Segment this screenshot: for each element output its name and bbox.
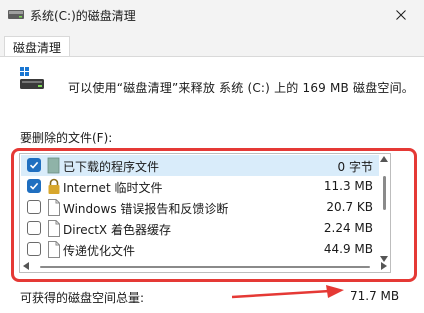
file-size: 0 字节 bbox=[337, 160, 373, 174]
annotation-arrow-icon bbox=[232, 285, 344, 299]
drive-icon bbox=[20, 67, 44, 89]
file-size: 11.3 MB bbox=[323, 179, 373, 193]
lock-icon bbox=[48, 178, 60, 194]
vertical-scroll-thumb[interactable] bbox=[383, 176, 386, 210]
file-list-row[interactable]: 已下载的程序文件 0 字节 bbox=[21, 155, 379, 176]
file-checkbox[interactable] bbox=[27, 179, 41, 193]
file-list-row[interactable]: Windows 错误报告和反馈诊断 20.7 KB bbox=[21, 197, 379, 218]
window-title: 系统(C:)的磁盘清理 bbox=[30, 9, 136, 23]
total-space-label: 可获得的磁盘空间总量: bbox=[20, 291, 145, 305]
file-name: Internet 临时文件 bbox=[63, 181, 163, 195]
files-to-delete-label: 要删除的文件(F): bbox=[20, 131, 113, 145]
close-button[interactable] bbox=[378, 0, 424, 30]
file-name: 已下载的程序文件 bbox=[63, 160, 160, 174]
file-size: 20.7 KB bbox=[326, 200, 373, 214]
file-checkbox[interactable] bbox=[27, 221, 41, 235]
file-checkbox[interactable] bbox=[27, 158, 41, 172]
file-icon bbox=[48, 241, 60, 258]
file-icon bbox=[48, 199, 60, 216]
folder-file-icon bbox=[47, 157, 60, 174]
file-name: 传递优化文件 bbox=[63, 244, 136, 258]
tab-strip: 磁盘清理 bbox=[0, 30, 424, 60]
file-size: 44.9 MB bbox=[323, 242, 373, 256]
check-icon bbox=[29, 182, 39, 190]
title-bar: 系统(C:)的磁盘清理 bbox=[0, 0, 424, 30]
file-icon bbox=[48, 220, 60, 237]
files-list[interactable]: 已下载的程序文件 0 字节 Internet 临时文件 11.3 MB Windows … bbox=[19, 153, 391, 273]
file-list-row[interactable]: DirectX 着色器缓存 2.24 MB bbox=[21, 218, 379, 239]
scroll-right-icon[interactable] bbox=[381, 262, 387, 270]
horizontal-scroll-thumb[interactable] bbox=[40, 266, 370, 268]
file-list-row[interactable]: Internet 临时文件 11.3 MB bbox=[21, 176, 379, 197]
check-icon bbox=[29, 161, 39, 169]
total-space-value: 71.7 MB bbox=[350, 289, 400, 303]
scroll-left-icon[interactable] bbox=[23, 262, 29, 270]
disk-cleanup-icon bbox=[8, 10, 24, 19]
scroll-up-icon[interactable] bbox=[380, 156, 388, 162]
vertical-scrollbar[interactable] bbox=[378, 154, 390, 272]
file-list-row[interactable]: 传递优化文件 44.9 MB bbox=[21, 239, 379, 260]
main-panel: 可以使用“磁盘清理”来释放 系统 (C:) 上的 169 MB 磁盘空间。 要删… bbox=[0, 56, 424, 313]
horizontal-scrollbar[interactable] bbox=[20, 260, 390, 272]
file-name: Windows 错误报告和反馈诊断 bbox=[63, 202, 229, 216]
summary-text: 可以使用“磁盘清理”来释放 系统 (C:) 上的 169 MB 磁盘空间。 bbox=[68, 81, 414, 95]
file-size: 2.24 MB bbox=[323, 221, 373, 235]
file-checkbox[interactable] bbox=[27, 200, 41, 214]
file-checkbox[interactable] bbox=[27, 242, 41, 256]
file-name: DirectX 着色器缓存 bbox=[63, 223, 171, 237]
close-icon bbox=[396, 10, 406, 20]
